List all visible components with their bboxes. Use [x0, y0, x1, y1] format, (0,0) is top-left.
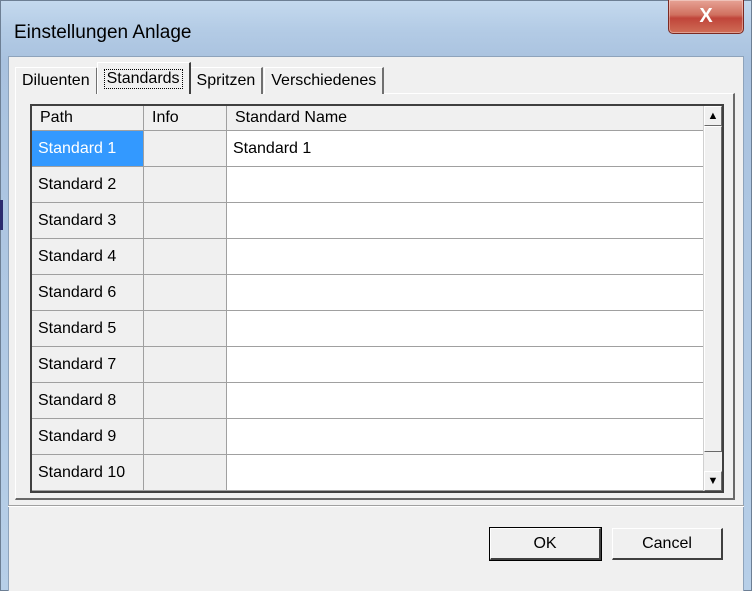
grid-rows: Standard 1 Standard 1 Standard 2 Standard 3…	[32, 131, 706, 491]
cell-path[interactable]: Standard 3	[32, 203, 144, 239]
window-edge-accent	[0, 200, 3, 230]
tab-label: Diluenten	[22, 72, 90, 89]
cell-standard-name[interactable]	[227, 455, 706, 491]
cell-standard-name[interactable]: Standard 1	[227, 131, 706, 167]
table-row[interactable]: Standard 10	[32, 455, 706, 491]
column-header-path[interactable]: Path	[32, 106, 144, 130]
cell-standard-name[interactable]	[227, 419, 706, 455]
cell-path[interactable]: Standard 6	[32, 275, 144, 311]
scroll-thumb[interactable]	[704, 126, 722, 452]
cell-standard-name[interactable]	[227, 311, 706, 347]
tab-spritzen[interactable]: Spritzen	[189, 67, 264, 94]
scroll-up-button[interactable]: ▲	[704, 106, 722, 126]
cell-path[interactable]: Standard 1	[32, 131, 144, 167]
cell-info[interactable]	[144, 347, 227, 383]
cell-info[interactable]	[144, 131, 227, 167]
tab-diluenten[interactable]: Diluenten	[15, 67, 98, 94]
cancel-button[interactable]: Cancel	[612, 528, 723, 560]
close-icon: X	[699, 5, 713, 27]
cell-info[interactable]	[144, 203, 227, 239]
cell-standard-name[interactable]	[227, 239, 706, 275]
tab-label: Spritzen	[196, 72, 256, 89]
cell-info[interactable]	[144, 239, 227, 275]
vertical-scrollbar[interactable]: ▲ ▼	[703, 106, 722, 491]
column-header-info[interactable]: Info	[144, 106, 227, 130]
tab-standards[interactable]: Standards	[96, 62, 191, 94]
cell-info[interactable]	[144, 311, 227, 347]
cell-path[interactable]: Standard 5	[32, 311, 144, 347]
table-row[interactable]: Standard 8	[32, 383, 706, 419]
cell-standard-name[interactable]	[227, 167, 706, 203]
arrow-up-icon: ▲	[707, 110, 719, 122]
cell-info[interactable]	[144, 383, 227, 419]
tab-label: Verschiedenes	[271, 72, 377, 89]
cell-path[interactable]: Standard 8	[32, 383, 144, 419]
cell-path[interactable]: Standard 10	[32, 455, 144, 491]
cell-info[interactable]	[144, 275, 227, 311]
footer-separator	[8, 505, 744, 507]
grid-header: Path Info Standard Name	[32, 106, 706, 131]
cell-path[interactable]: Standard 9	[32, 419, 144, 455]
table-row[interactable]: Standard 5	[32, 311, 706, 347]
cell-info[interactable]	[144, 455, 227, 491]
cell-info[interactable]	[144, 167, 227, 203]
cell-standard-name[interactable]	[227, 203, 706, 239]
table-row[interactable]: Standard 3	[32, 203, 706, 239]
standards-grid[interactable]: Path Info Standard Name Standard 1 Standa…	[30, 104, 724, 493]
column-header-standard-name[interactable]: Standard Name	[227, 106, 706, 130]
cell-standard-name[interactable]	[227, 275, 706, 311]
tab-strip: Diluenten Standards Spritzen Verschieden…	[15, 62, 385, 94]
cell-standard-name[interactable]	[227, 347, 706, 383]
table-row[interactable]: Standard 4	[32, 239, 706, 275]
table-row[interactable]: Standard 1 Standard 1	[32, 131, 706, 167]
close-button[interactable]: X	[668, 0, 744, 34]
table-row[interactable]: Standard 6	[32, 275, 706, 311]
ok-button[interactable]: OK	[490, 528, 601, 560]
cell-info[interactable]	[144, 419, 227, 455]
arrow-down-icon: ▼	[707, 475, 719, 487]
cell-path[interactable]: Standard 7	[32, 347, 144, 383]
tab-label: Standards	[103, 68, 183, 89]
table-row[interactable]: Standard 2	[32, 167, 706, 203]
table-row[interactable]: Standard 9	[32, 419, 706, 455]
cell-path[interactable]: Standard 2	[32, 167, 144, 203]
cell-path[interactable]: Standard 4	[32, 239, 144, 275]
tab-verschiedenes[interactable]: Verschiedenes	[264, 67, 385, 94]
window-title: Einstellungen Anlage	[14, 22, 192, 43]
table-row[interactable]: Standard 7	[32, 347, 706, 383]
scroll-down-button[interactable]: ▼	[704, 471, 722, 491]
cell-standard-name[interactable]	[227, 383, 706, 419]
